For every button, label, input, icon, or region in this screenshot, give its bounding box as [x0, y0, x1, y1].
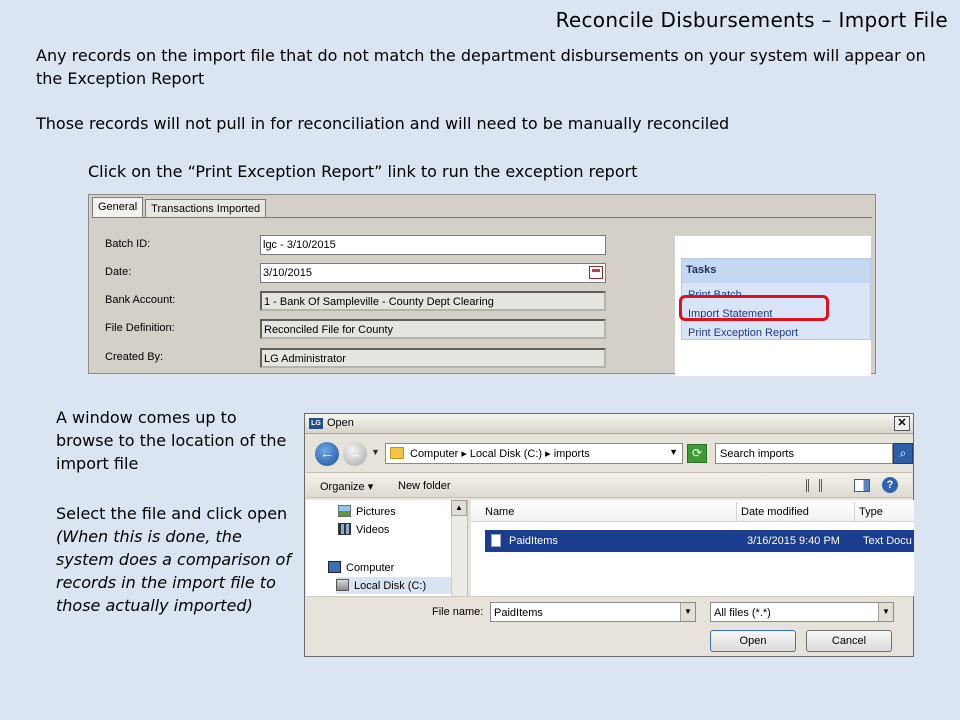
browse-paragraph: A window comes up to browse to the locat… — [56, 408, 287, 473]
tree-label: Local Disk (C:) — [354, 580, 427, 592]
app-logo-icon: LG — [309, 418, 323, 429]
tasks-title: Tasks — [682, 259, 870, 283]
batch-tabs: General Transactions Imported — [92, 197, 268, 219]
tab-general[interactable]: General — [92, 197, 144, 218]
forward-arrow-icon[interactable]: → — [343, 442, 367, 466]
select-file-text: Select the file and click open — [56, 504, 288, 523]
disk-icon — [336, 579, 349, 591]
open-button[interactable]: Open — [710, 630, 796, 652]
search-icon[interactable]: ⌕ — [893, 443, 913, 464]
address-path: Computer ▸ Local Disk (C:) ▸ imports — [410, 448, 590, 460]
table-row[interactable]: PaidItems 3/16/2015 9:40 PM Text Docu — [485, 530, 914, 552]
file-type-select[interactable]: All files (*.*) ▼ — [710, 602, 894, 622]
batch-panel: General Transactions Imported Batch ID: … — [88, 194, 876, 376]
intro-paragraph: Any records on the import file that do n… — [36, 46, 926, 88]
tree-item-pictures[interactable]: Pictures — [338, 505, 396, 518]
batch-id-input[interactable]: lgc - 3/10/2015 — [260, 235, 606, 255]
navigation-pane: Pictures Videos Computer Local Disk (C:)… — [306, 500, 468, 596]
address-bar[interactable]: Computer ▸ Local Disk (C:) ▸ imports ▼ — [385, 443, 683, 464]
select-file-note: (When this is done, the system does a co… — [56, 527, 291, 615]
file-date-cell: 3/16/2015 9:40 PM — [747, 535, 840, 547]
tree-label: Videos — [356, 524, 390, 536]
batch-id-label: Batch ID: — [105, 238, 151, 250]
tree-item-videos[interactable]: Videos — [338, 523, 389, 536]
preview-pane-icon[interactable] — [854, 479, 870, 492]
scroll-up-icon[interactable]: ▲ — [451, 500, 467, 516]
refresh-icon[interactable]: ⟳ — [687, 444, 707, 463]
file-definition-label: File Definition: — [105, 322, 175, 334]
column-date-modified[interactable]: Date modified — [737, 502, 855, 522]
file-name-input[interactable]: PaidItems ▼ — [490, 602, 696, 622]
videos-icon — [338, 523, 351, 535]
navigation-scrollbar[interactable]: ▲ — [451, 500, 467, 596]
calendar-icon[interactable] — [589, 266, 603, 279]
slide-title: Reconcile Disbursements – Import File — [555, 8, 948, 32]
file-type-value: All files (*.*) — [714, 607, 771, 619]
file-type-cell: Text Docu — [863, 535, 912, 547]
text-file-icon — [491, 534, 501, 547]
date-value: 3/10/2015 — [263, 267, 312, 279]
dialog-footer: File name: PaidItems ▼ All files (*.*) ▼… — [306, 596, 912, 656]
created-by-label: Created By: — [105, 351, 164, 363]
computer-icon — [328, 561, 341, 573]
manual-reconcile-paragraph: Those records will not pull in for recon… — [36, 114, 730, 133]
batch-form: Batch ID: lgc - 3/10/2015 Date: 3/10/201… — [92, 217, 872, 376]
instruction-paragraph: Click on the “Print Exception Report” li… — [88, 162, 638, 181]
file-definition-field: Reconciled File for County — [260, 319, 606, 339]
date-input[interactable]: 3/10/2015 — [260, 263, 606, 283]
tree-label: Computer — [346, 562, 395, 574]
close-icon[interactable]: ✕ — [894, 416, 910, 431]
bank-account-label: Bank Account: — [105, 294, 176, 306]
file-name-cell: PaidItems — [509, 535, 558, 547]
column-type[interactable]: Type — [855, 502, 914, 522]
file-list: Name Date modified Type PaidItems 3/16/2… — [471, 500, 914, 596]
cancel-button[interactable]: Cancel — [806, 630, 892, 652]
file-name-value: PaidItems — [494, 607, 543, 619]
select-file-paragraph: Select the file and click open (When thi… — [56, 502, 292, 617]
recent-locations-icon[interactable]: ▼ — [371, 447, 380, 457]
print-exception-report-link[interactable]: Print Exception Report — [688, 327, 798, 339]
change-view-icon[interactable] — [806, 479, 822, 492]
dialog-toolbar: Organize ▾ New folder ? — [306, 472, 912, 498]
back-arrow-icon[interactable]: ← — [315, 442, 339, 466]
tree-item-computer[interactable]: Computer — [328, 561, 394, 574]
organize-button[interactable]: Organize ▾ — [320, 480, 373, 493]
open-dialog: LG Open ✕ ← → ▼ Computer ▸ Local Disk (C… — [304, 413, 914, 657]
chevron-down-icon[interactable]: ▼ — [878, 603, 893, 621]
file-name-label: File name: — [432, 606, 484, 618]
tab-transactions-imported[interactable]: Transactions Imported — [145, 199, 267, 218]
folder-icon — [390, 447, 404, 459]
created-by-field: LG Administrator — [260, 348, 606, 368]
dialog-title: Open — [327, 417, 354, 429]
address-row: ← → ▼ Computer ▸ Local Disk (C:) ▸ impor… — [309, 438, 913, 468]
tree-label: Pictures — [356, 506, 396, 518]
bank-account-field: 1 - Bank Of Sampleville - County Dept Cl… — [260, 291, 606, 311]
search-input[interactable]: Search imports — [715, 443, 893, 464]
highlight-box — [679, 295, 829, 321]
column-name[interactable]: Name — [471, 502, 737, 522]
date-label: Date: — [105, 266, 132, 278]
pictures-icon — [338, 505, 351, 517]
tree-item-local-disk[interactable]: Local Disk (C:) — [336, 577, 452, 594]
dialog-titlebar[interactable]: LG Open ✕ — [305, 414, 913, 434]
chevron-down-icon[interactable]: ▼ — [680, 603, 695, 621]
chevron-down-icon[interactable]: ▼ — [669, 447, 678, 457]
new-folder-button[interactable]: New folder — [398, 480, 451, 492]
help-icon[interactable]: ? — [882, 477, 898, 493]
